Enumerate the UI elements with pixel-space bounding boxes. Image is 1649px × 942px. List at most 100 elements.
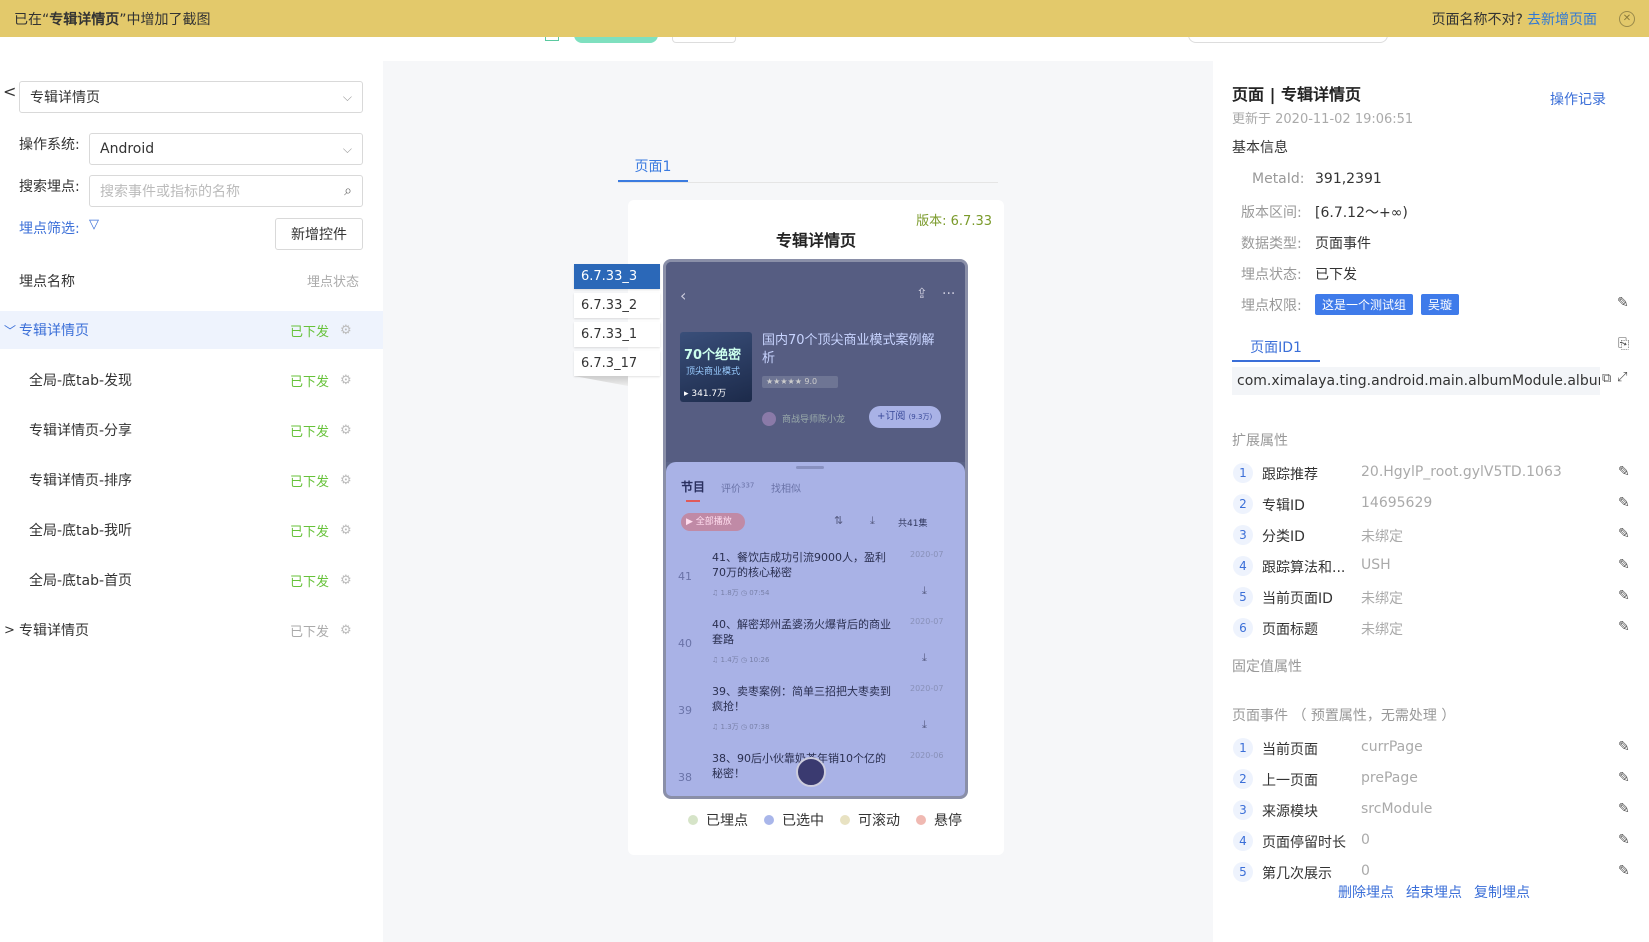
filter-label[interactable]: 埋点筛选: xyxy=(19,218,80,238)
episode-duration: 07:38 xyxy=(749,723,770,731)
episode-item[interactable]: 40 40、解密郑州孟婆汤火爆背后的商业套路 2020-07 ♫ 1.4万 ◷ … xyxy=(666,611,965,681)
download-icon[interactable]: ⤓ xyxy=(870,514,875,528)
edit-icon[interactable]: ✎ xyxy=(1618,739,1630,755)
page-select[interactable]: 专辑详情页 ⌵ xyxy=(19,81,363,113)
status-badge: 已下发 xyxy=(290,624,330,640)
banner-suffix: ”中增加了截图 xyxy=(119,11,211,28)
version-item[interactable]: 6.7.33_2 xyxy=(574,293,660,318)
gear-icon[interactable]: ⚙ xyxy=(340,323,352,338)
os-select[interactable]: Android ⌵ xyxy=(89,133,363,165)
edit-icon[interactable]: ✎ xyxy=(1618,557,1630,573)
edit-icon[interactable]: ✎ xyxy=(1618,770,1630,786)
tree-item[interactable]: 全局-底tab-首页 已下发 ⚙ xyxy=(0,561,383,599)
episode-item[interactable]: 41 41、餐饮店成功引流9000人，盈利70万的核心秘密 2020-07 ♫ … xyxy=(666,544,965,614)
copy-icon[interactable]: ⧉ xyxy=(1602,371,1611,386)
album-title: 国内70个顶尖商业模式案例解析 xyxy=(762,333,935,366)
tab-programs[interactable]: 节目 xyxy=(681,478,705,495)
tab-reviews[interactable]: 评价337 xyxy=(721,480,754,495)
add-file-icon[interactable]: ⎘ xyxy=(1618,336,1629,352)
tree-item[interactable]: 专辑详情页-排序 已下发 ⚙ xyxy=(0,461,383,499)
tab-similar[interactable]: 找相似 xyxy=(771,480,801,495)
history-link[interactable]: 操作记录 xyxy=(1550,89,1606,109)
drag-handle[interactable] xyxy=(796,466,824,469)
phone-screenshot[interactable]: ‹ ⇪ ··· 70个绝密 顶尖商业模式 ▸ 341.7万 国内70个顶尖商业模… xyxy=(663,259,968,799)
search-input[interactable]: 搜索事件或指标的名称 ⌕ xyxy=(89,175,363,207)
page-id-input[interactable]: com.ximalaya.ting.android.main.albumModu… xyxy=(1232,367,1600,395)
edit-icon[interactable]: ✎ xyxy=(1618,588,1630,604)
end-link[interactable]: 结束埋点 xyxy=(1406,882,1462,902)
edit-icon[interactable]: ✎ xyxy=(1618,526,1630,542)
download-icon[interactable]: ⤓ xyxy=(922,651,927,665)
add-control-button[interactable]: 新增控件 xyxy=(275,218,363,250)
add-page-link[interactable]: 去新增页面 xyxy=(1527,9,1597,29)
edit-icon[interactable]: ✎ xyxy=(1618,863,1630,879)
edit-icon[interactable]: ✎ xyxy=(1618,832,1630,848)
search-icon[interactable]: ⌕ xyxy=(344,183,352,199)
back-icon[interactable]: ‹ xyxy=(680,286,686,305)
tree-item-label: 专辑详情页-排序 xyxy=(29,473,133,489)
search-label: 搜索埋点: xyxy=(19,179,80,195)
gear-icon[interactable]: ⚙ xyxy=(340,523,352,538)
total-episodes[interactable]: 共41集 xyxy=(898,516,927,529)
share-icon[interactable]: ⇪ xyxy=(916,286,928,302)
chevron-down-icon[interactable]: ﹀ xyxy=(4,322,16,339)
chevron-left-icon[interactable]: < xyxy=(3,82,16,101)
prop-value: prePage xyxy=(1361,770,1418,786)
fixed-props-title: 固定值属性 xyxy=(1232,659,1302,675)
filter-icon[interactable]: ▽ xyxy=(89,217,99,232)
more-icon[interactable]: ··· xyxy=(942,286,955,302)
gear-icon[interactable]: ⚙ xyxy=(340,573,352,588)
episode-duration: 10:26 xyxy=(749,656,770,664)
chevron-right-icon[interactable]: > xyxy=(4,623,15,638)
close-icon[interactable]: ✕ xyxy=(1619,10,1635,27)
reviews-count: 337 xyxy=(741,481,755,490)
edit-icon[interactable]: ✎ xyxy=(1618,801,1630,817)
edit-icon[interactable]: ✎ xyxy=(1618,464,1630,480)
delete-link[interactable]: 删除埋点 xyxy=(1338,882,1394,902)
prop-key: 跟踪推荐 xyxy=(1262,467,1318,483)
version-item[interactable]: 6.7.3_17 xyxy=(574,351,660,376)
sort-icon[interactable]: ⇅ xyxy=(834,514,843,527)
tab-page-id[interactable]: 页面ID1 xyxy=(1232,337,1320,362)
edit-icon[interactable]: ✎ xyxy=(1618,619,1630,635)
gear-icon[interactable]: ⚙ xyxy=(340,623,352,638)
tree-item[interactable]: ﹀ 专辑详情页 已下发 ⚙ xyxy=(0,311,383,349)
tree-item[interactable]: 全局-底tab-发现 已下发 ⚙ xyxy=(0,361,383,399)
gear-icon[interactable]: ⚙ xyxy=(340,423,352,438)
subscribe-button[interactable]: +订阅 (9.3万) xyxy=(869,406,941,428)
download-icon[interactable]: ⤓ xyxy=(922,584,927,598)
left-panel: < 专辑详情页 ⌵ 操作系统: Android ⌵ 搜索埋点: 搜索事件或指标的名称… xyxy=(0,61,383,942)
prop-value: 20.HgylP_root.gylV5TD.1063 xyxy=(1361,464,1562,480)
episode-item[interactable]: 39 39、卖枣案例：简单三招把大枣卖到疯抢！ 2020-07 ♫ 1.3万 ◷… xyxy=(666,678,965,748)
action-links: 删除埋点 结束埋点 复制埋点 xyxy=(1338,882,1530,902)
tree-item[interactable]: > 专辑详情页 已下发 ⚙ xyxy=(0,611,383,649)
tree-item[interactable]: 专辑详情页-分享 已下发 ⚙ xyxy=(0,411,383,449)
download-icon[interactable]: ⤓ xyxy=(922,718,927,732)
version-item[interactable]: 6.7.33_1 xyxy=(574,322,660,347)
play-all-button[interactable]: ▶ 全部播放 xyxy=(681,513,745,531)
field-label: 数据类型: xyxy=(1241,236,1302,252)
prop-value: USH xyxy=(1361,557,1391,573)
tree-item[interactable]: 全局-底tab-我听 已下发 ⚙ xyxy=(0,511,383,549)
rating-value: 9.0 xyxy=(804,377,818,386)
field-value: [6.7.12～+∞) xyxy=(1315,205,1408,221)
episode-no: 38 xyxy=(678,771,692,784)
prop-index: 2 xyxy=(1233,769,1253,789)
floating-player[interactable] xyxy=(796,757,826,787)
status-badge: 已下发 xyxy=(290,324,330,340)
edit-icon[interactable]: ✎ xyxy=(1617,295,1629,311)
prop-key: 分类ID xyxy=(1262,529,1305,545)
edit-icon[interactable]: ✎ xyxy=(1618,495,1630,511)
gear-icon[interactable]: ⚙ xyxy=(340,373,352,388)
prop-value: 0 xyxy=(1361,832,1370,848)
tab-page1[interactable]: 页面1 xyxy=(618,152,688,182)
legend-label: 已埋点 xyxy=(706,813,748,829)
episode-item[interactable]: 38 38、90后小伙靠奶茶年销10个亿的秘密！ 2020-06 xyxy=(666,745,965,796)
play-all-label: 全部播放 xyxy=(695,517,732,527)
gear-icon[interactable]: ⚙ xyxy=(340,473,352,488)
prop-row: 3 分类ID 未绑定 ✎ xyxy=(1233,524,1633,548)
copy-link[interactable]: 复制埋点 xyxy=(1474,882,1530,902)
version-item[interactable]: 6.7.33_3 xyxy=(574,264,660,289)
expand-icon[interactable]: ⤢ xyxy=(1617,370,1627,385)
program-list: 节目 评价337 找相似 ▶ 全部播放 ⇅ ⤓ 共41集 41 41、餐饮店成功… xyxy=(666,462,965,796)
